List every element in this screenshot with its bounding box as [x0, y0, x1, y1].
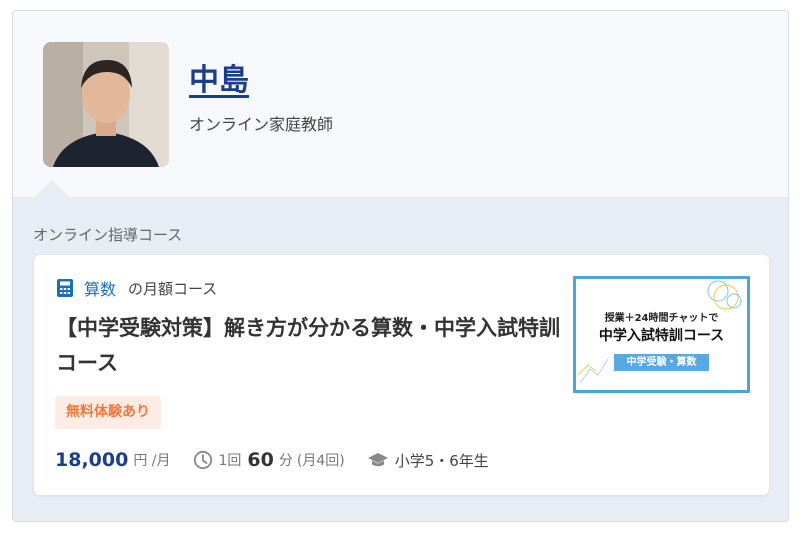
- lesson-minutes: 60: [247, 449, 274, 471]
- clock-icon: [193, 450, 212, 470]
- tutor-name-link[interactable]: 中島: [189, 55, 249, 99]
- minutes-unit: 分: [278, 453, 293, 469]
- calculator-icon: [57, 279, 73, 297]
- thumbnail-title: 中学入試特訓コース: [598, 328, 725, 344]
- subject-name: 算数: [84, 280, 117, 299]
- course-meta: 18,000 円 /月 1回 60 分 (月4回) 小学5・6年生: [55, 446, 489, 474]
- trial-badge: 無料体験あり: [55, 396, 161, 429]
- tutor-avatar[interactable]: [43, 42, 169, 167]
- course-card[interactable]: 算数 の月額コース 【中学受験対策】解き方が分かる算数・中学入試特訓コース 無料…: [34, 255, 769, 495]
- tutor-role: オンライン家庭教師: [189, 115, 334, 134]
- thumbnail-tag: 中学受験・算数: [614, 354, 709, 371]
- section-label: オンライン指導コース: [33, 226, 183, 244]
- course-thumbnail[interactable]: 授業＋24時間チャットで 中学入試特訓コース 中学受験・算数: [573, 276, 750, 393]
- tutor-profile-header: 中島 オンライン家庭教師: [13, 11, 788, 197]
- plan-type: の月額コース: [128, 279, 218, 298]
- course-title[interactable]: 【中学受験対策】解き方が分かる算数・中学入試特訓コース: [56, 311, 566, 381]
- lesson-frequency: (月4回): [296, 453, 345, 469]
- thumbnail-caption: 授業＋24時間チャットで: [604, 313, 719, 324]
- grade-level: 小学5・6年生: [394, 451, 489, 470]
- price: 18,000: [55, 449, 129, 471]
- graduation-cap-icon: [367, 453, 388, 467]
- tutor-course-panel: 中島 オンライン家庭教師 オンライン指導コース 算数 の月額コース 【中学受験対…: [12, 10, 789, 522]
- price-unit: 円 /月: [133, 453, 171, 469]
- subject-row: 算数 の月額コース: [56, 277, 217, 299]
- lesson-count-label: 1回: [218, 453, 242, 469]
- profile-pointer: [34, 180, 70, 198]
